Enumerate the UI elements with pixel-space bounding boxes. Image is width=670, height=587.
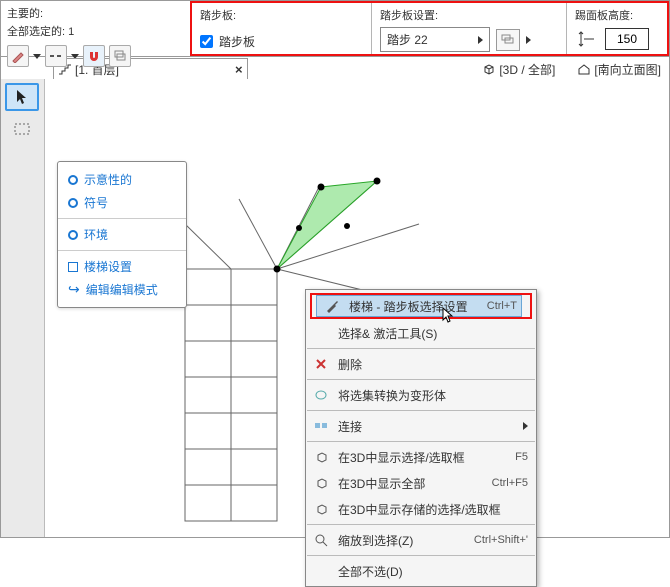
menu-item-stair-tread-settings[interactable]: 楼梯 - 踏步板选择设置 Ctrl+T [310, 293, 532, 319]
menu-item-select-activate[interactable]: 选择& 激活工具(S) [306, 320, 536, 346]
chevron-right-icon[interactable] [526, 36, 531, 44]
tread-step-value: 踏步 22 [387, 31, 428, 48]
main-label: 主要的: [7, 5, 184, 21]
cube-icon [310, 447, 332, 467]
menu-item-zoom[interactable]: 缩放到选择(Z)Ctrl+Shift+' [306, 527, 536, 553]
arrow-tool-icon[interactable] [5, 83, 39, 111]
tool-magnet-icon[interactable] [83, 45, 105, 67]
menu-item-transform[interactable]: 将选集转换为变形体 [306, 382, 536, 408]
arrow-icon: ↪ [68, 281, 80, 298]
tread-step-dropdown[interactable]: 踏步 22 [380, 27, 490, 52]
chevron-right-icon [523, 422, 528, 430]
panel-item-schematic[interactable]: 示意性的 [58, 168, 186, 191]
radio-icon [68, 230, 78, 240]
cube-icon [310, 499, 332, 519]
tab-3d-label: [3D / 全部] [499, 61, 555, 78]
dropdown-icon[interactable] [33, 54, 41, 59]
connect-icon [310, 416, 332, 436]
context-menu: 楼梯 - 踏步板选择设置 Ctrl+T 选择& 激活工具(S) 删除 将选集转换… [305, 289, 537, 587]
riser-height-input[interactable] [605, 28, 649, 50]
tab-elevation-label: [南向立面图] [594, 61, 661, 78]
panel-item-edit-mode[interactable]: ↪编辑编辑模式 [58, 278, 186, 301]
tab-3d[interactable]: [3D / 全部] [478, 59, 559, 80]
panel-item-stair-settings[interactable]: 楼梯设置 [58, 255, 186, 278]
tread-settings-title: 踏步板设置: [380, 7, 558, 23]
zoom-icon [310, 530, 332, 550]
menu-item-show3d-all[interactable]: 在3D中显示全部Ctrl+F5 [306, 470, 536, 496]
menu-item-show3d-selection[interactable]: 在3D中显示选择/选取框F5 [306, 444, 536, 470]
tread-checkbox[interactable] [200, 35, 213, 48]
tread-section-title: 踏步板: [200, 7, 363, 23]
menu-item-delete[interactable]: 删除 [306, 351, 536, 377]
menu-item-connect[interactable]: 连接 [306, 413, 536, 439]
marquee-tool-icon[interactable] [5, 115, 39, 143]
radio-icon [68, 175, 78, 185]
close-icon[interactable]: × [235, 62, 243, 77]
tread-checkbox-label: 踏步板 [219, 33, 255, 50]
house-icon [577, 63, 591, 75]
menu-item-show3d-stored[interactable]: 在3D中显示存储的选择/选取框 [306, 496, 536, 522]
panel-item-symbol[interactable]: 符号 [58, 191, 186, 214]
cube-icon [482, 63, 496, 75]
tool-layers-icon[interactable] [109, 45, 131, 67]
radio-icon [68, 198, 78, 208]
selection-count: 全部选定的: 1 [7, 23, 184, 39]
panel-item-environment[interactable]: 环境 [58, 223, 186, 246]
tool-pencil-icon[interactable] [7, 45, 29, 67]
options-panel: 示意性的 符号 环境 楼梯设置 ↪编辑编辑模式 [57, 161, 187, 308]
riser-height-title: 踢面板高度: [575, 7, 659, 23]
height-icon [575, 28, 599, 50]
tread-settings-bar: 踏步板: 踏步板 踏步板设置: 踏步 22 踢面板高度: [190, 1, 669, 56]
menu-item-deselect-all[interactable]: 全部不选(D) [306, 558, 536, 584]
checkbox-icon [68, 262, 78, 272]
delete-icon [310, 354, 332, 374]
layers-icon[interactable] [496, 29, 520, 51]
chevron-right-icon [478, 36, 483, 44]
tool-dash-icon[interactable] [45, 45, 67, 67]
morph-icon [310, 385, 332, 405]
cube-icon [310, 473, 332, 493]
hammer-icon [321, 296, 343, 316]
tab-elevation[interactable]: [南向立面图] [573, 59, 665, 80]
